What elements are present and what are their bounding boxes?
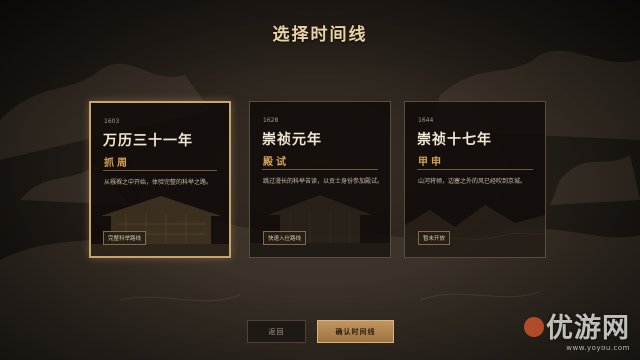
card-route-tag: 暂未开放: [418, 231, 451, 245]
card-year: 1603: [104, 118, 120, 125]
confirm-timeline-button[interactable]: 确认时间线: [317, 320, 394, 343]
card-year: 1628: [263, 117, 279, 124]
card-divider: [103, 170, 217, 171]
card-name: 崇祯十七年: [417, 132, 492, 148]
watermark-url: www.yoyou.com: [566, 344, 630, 352]
palace-illustration-icon: [91, 196, 229, 256]
watermark-brand: 优游网: [546, 313, 630, 344]
card-subtitle: 殿试: [263, 157, 289, 168]
card-description: 从襁褓之中开始，体验完整的科举之路。: [104, 179, 213, 186]
card-year: 1644: [418, 117, 434, 124]
card-divider: [417, 169, 533, 170]
card-name: 崇祯元年: [262, 132, 322, 148]
timeline-card-1644[interactable]: 1644 崇祯十七年 甲申 山河将倾，边塞之外的风已经吹到京城。 暂未开放: [404, 101, 546, 258]
card-subtitle: 抓周: [104, 158, 130, 169]
timeline-card-1603[interactable]: 1603 万历三十一年 抓周 从襁褓之中开始，体验完整的科举之路。 完整科举路线: [89, 101, 231, 258]
card-description: 跳过漫长的科举苦读，以贡士身份参加殿试。: [263, 178, 384, 185]
card-route-tag: 完整科举路线: [103, 231, 147, 245]
card-subtitle: 甲申: [418, 157, 444, 168]
watermark-logo-icon: [524, 317, 544, 337]
card-route-tag: 快速入仕路线: [263, 231, 307, 245]
page-title: 选择时间线: [272, 25, 368, 45]
card-description: 山河将倾，边塞之外的风已经吹到京城。: [418, 178, 527, 185]
palace-illustration-icon: [250, 195, 390, 257]
back-button[interactable]: 返回: [247, 320, 306, 343]
site-watermark: 优游网 www.yoyou.com: [524, 313, 630, 352]
card-name: 万历三十一年: [103, 133, 193, 149]
card-divider: [262, 169, 378, 170]
palace-illustration-icon: [405, 205, 545, 257]
timeline-card-1628[interactable]: 1628 崇祯元年 殿试 跳过漫长的科举苦读，以贡士身份参加殿试。 快速入仕路线: [249, 101, 391, 258]
